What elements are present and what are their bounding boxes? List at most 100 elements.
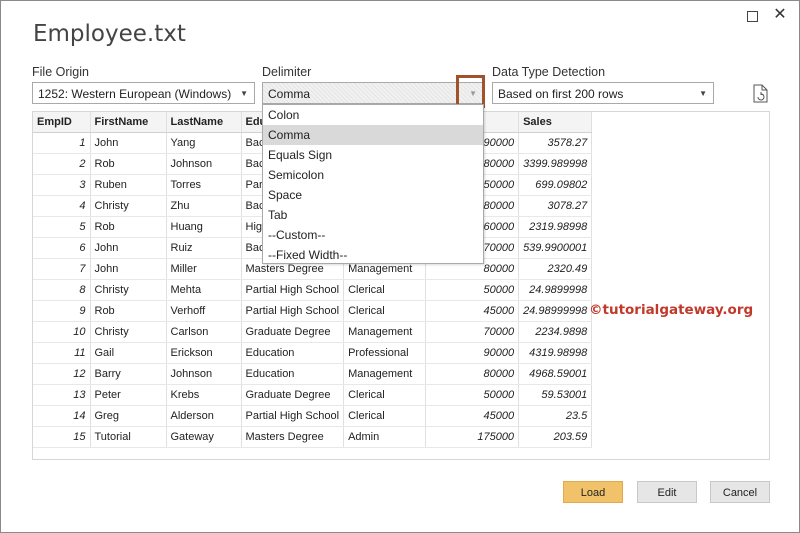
delimiter-option[interactable]: Comma (263, 125, 483, 145)
table-cell: John (90, 258, 167, 280)
table-cell: 10 (33, 321, 91, 343)
table-cell: Erickson (166, 342, 242, 364)
table-cell: 4 (33, 195, 91, 217)
table-cell: Miller (166, 258, 242, 280)
table-cell: Johnson (166, 153, 242, 175)
close-button[interactable]: ✕ (766, 3, 794, 27)
table-cell: Clerical (343, 384, 427, 406)
table-row: 14 Greg Alderson Partial High School Clerica… (33, 405, 593, 427)
table-cell: 12 (33, 363, 91, 385)
table-cell: Clerical (343, 279, 427, 301)
delimiter-value: Comma (268, 87, 311, 101)
table-cell: Verhoff (166, 300, 242, 322)
table-cell: Alderson (166, 405, 242, 427)
table-cell: Partial High School (241, 279, 345, 301)
table-row: 10 Christy Carlson Graduate Degree Managemen… (33, 321, 593, 343)
table-cell: John (90, 237, 167, 259)
table-cell: Tutorial (90, 426, 167, 448)
table-cell: 4968.59001 (518, 363, 593, 385)
table-cell: Greg (90, 405, 167, 427)
table-cell: 3578.27 (518, 132, 593, 154)
table-cell: 699.09802 (518, 174, 593, 196)
table-cell: Clerical (343, 300, 427, 322)
chevron-down-icon: ▼ (699, 89, 707, 98)
table-cell: Ruben (90, 174, 167, 196)
table-cell: 9 (33, 300, 91, 322)
table-cell: 15 (33, 426, 91, 448)
table-cell: Partial High School (241, 300, 345, 322)
table-cell: Huang (166, 216, 242, 238)
delimiter-option[interactable]: --Custom-- (263, 225, 483, 245)
column-header[interactable]: EmpID (33, 112, 91, 133)
refresh-document-icon[interactable] (753, 84, 768, 103)
table-cell: 11 (33, 342, 91, 364)
table-cell: Education (241, 342, 345, 364)
table-cell: 2320.49 (518, 258, 593, 280)
column-header[interactable]: Sales (518, 112, 593, 133)
table-cell: 5 (33, 216, 91, 238)
table-cell: Management (343, 321, 427, 343)
table-cell: Zhu (166, 195, 242, 217)
table-row: 9 Rob Verhoff Partial High School Clerical 45… (33, 300, 593, 322)
data-type-detection-select[interactable]: Based on first 200 rows ▼ (492, 82, 714, 104)
table-cell: 6 (33, 237, 91, 259)
delimiter-option[interactable]: Space (263, 185, 483, 205)
file-origin-value: 1252: Western European (Windows) (38, 87, 232, 101)
table-cell: Graduate Degree (241, 321, 345, 343)
table-cell: 2319.98998 (518, 216, 593, 238)
table-cell: Clerical (343, 405, 427, 427)
delimiter-option[interactable]: Equals Sign (263, 145, 483, 165)
table-cell: 90000 (425, 342, 520, 364)
edit-button[interactable]: Edit (637, 481, 697, 503)
table-cell: Mehta (166, 279, 242, 301)
delimiter-option[interactable]: Colon (263, 105, 483, 125)
table-cell: 59.53001 (518, 384, 593, 406)
table-cell: 539.9900001 (518, 237, 593, 259)
table-cell: 3078.27 (518, 195, 593, 217)
table-cell: 3399.989998 (518, 153, 593, 175)
table-cell: Education (241, 363, 345, 385)
table-cell: 203.59 (518, 426, 593, 448)
column-header[interactable]: FirstName (90, 112, 167, 133)
table-cell: Christy (90, 279, 167, 301)
dialog-window: ✕ Employee.txt File Origin 1252: Western… (0, 0, 800, 533)
delimiter-dropdown-list: Colon Comma Equals Sign Semicolon Space Tab --… (262, 104, 484, 264)
load-button[interactable]: Load (563, 481, 623, 503)
table-cell: 1 (33, 132, 91, 154)
table-cell: 14 (33, 405, 91, 427)
table-row: 13 Peter Krebs Graduate Degree Clerical 50000… (33, 384, 593, 406)
table-cell: 4319.98998 (518, 342, 593, 364)
table-cell: Peter (90, 384, 167, 406)
table-cell: 175000 (425, 426, 520, 448)
file-origin-select[interactable]: 1252: Western European (Windows) ▼ (32, 82, 255, 104)
table-cell: Management (343, 363, 427, 385)
table-cell: 70000 (425, 321, 520, 343)
table-cell: Ruiz (166, 237, 242, 259)
table-cell: Graduate Degree (241, 384, 345, 406)
table-cell: 13 (33, 384, 91, 406)
table-row: 15 Tutorial Gateway Masters Degree Admin 1750… (33, 426, 593, 448)
maximize-icon (746, 10, 758, 22)
table-cell: Christy (90, 321, 167, 343)
cancel-button[interactable]: Cancel (710, 481, 770, 503)
table-cell: 3 (33, 174, 91, 196)
table-cell: Christy (90, 195, 167, 217)
delimiter-option[interactable]: --Fixed Width-- (263, 245, 483, 265)
table-cell: Johnson (166, 363, 242, 385)
column-header[interactable]: LastName (166, 112, 242, 133)
delimiter-label: Delimiter (262, 65, 312, 79)
data-type-detection-value: Based on first 200 rows (498, 87, 624, 101)
table-cell: Rob (90, 153, 167, 175)
table-cell: 45000 (425, 300, 520, 322)
delimiter-option[interactable]: Tab (263, 205, 483, 225)
table-cell: Rob (90, 216, 167, 238)
table-row: 12 Barry Johnson Education Management 80000 49… (33, 363, 593, 385)
table-cell: Gail (90, 342, 167, 364)
delimiter-select[interactable]: Comma ▼ (262, 82, 484, 104)
table-cell: Carlson (166, 321, 242, 343)
table-cell: John (90, 132, 167, 154)
data-type-detection-label: Data Type Detection (492, 65, 606, 79)
delimiter-option[interactable]: Semicolon (263, 165, 483, 185)
table-cell: Masters Degree (241, 426, 345, 448)
maximize-button[interactable] (738, 3, 766, 27)
